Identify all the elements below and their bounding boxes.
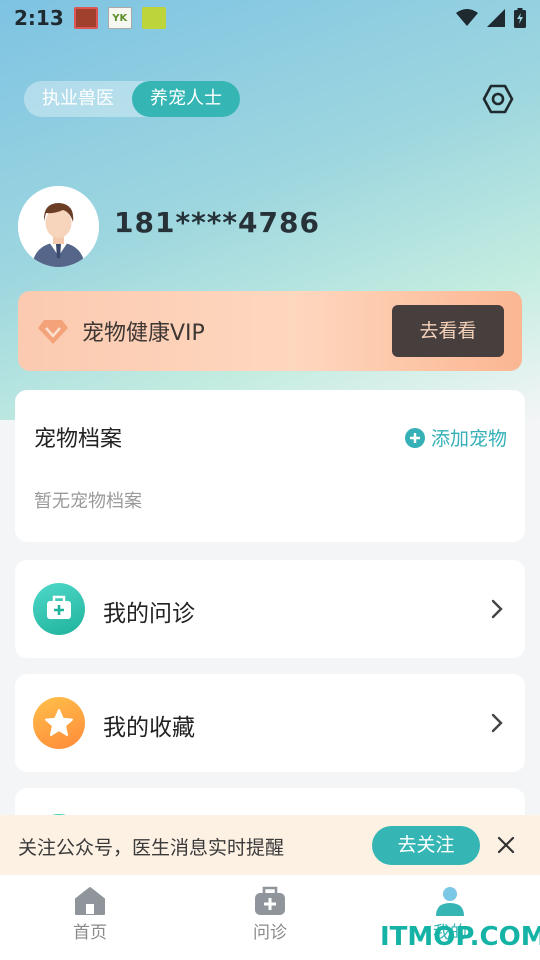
diamond-icon (38, 320, 68, 344)
notification-app-icon (141, 7, 166, 29)
medical-kit-icon (255, 886, 285, 915)
chevron-right-icon (491, 713, 503, 733)
battery-icon (514, 8, 526, 28)
tab-consultation[interactable]: 问诊 (180, 875, 360, 960)
add-pet-label: 添加宠物 (430, 428, 507, 450)
tab-pet-owner[interactable]: 养宠人士 (132, 81, 240, 117)
avatar-illustration (18, 186, 99, 267)
vip-view-button[interactable]: 去看看 (392, 305, 504, 357)
watermark: ITMOP.COM (380, 922, 540, 952)
close-icon[interactable] (496, 835, 516, 855)
pet-archive-title: 宠物档案 (34, 427, 123, 452)
vip-title: 宠物健康VIP (82, 321, 205, 346)
tab-label: 问诊 (253, 923, 287, 943)
tab-label: 首页 (73, 923, 107, 943)
follow-official-account-bar: 关注公众号，医生消息实时提醒 去关注 (0, 815, 540, 875)
role-switch: 执业兽医 养宠人士 (24, 81, 240, 117)
medical-kit-icon (33, 583, 85, 635)
star-icon (33, 697, 85, 749)
follow-prompt-text: 关注公众号，医生消息实时提醒 (18, 837, 285, 859)
avatar[interactable] (18, 186, 99, 267)
menu-item-my-consultations[interactable]: 我的问诊 (15, 560, 525, 658)
home-icon (75, 887, 105, 915)
status-bar: 2:13 YK (0, 0, 540, 36)
chevron-right-icon (491, 599, 503, 619)
settings-gear-icon[interactable] (482, 83, 514, 115)
vip-card[interactable]: 宠物健康VIP 去看看 (18, 291, 522, 371)
person-icon (436, 887, 464, 916)
tab-home[interactable]: 首页 (0, 875, 180, 960)
pet-empty-text: 暂无宠物档案 (34, 491, 142, 512)
notification-app-icon (73, 7, 98, 29)
status-time: 2:13 (14, 6, 64, 30)
plus-circle-icon (404, 427, 425, 448)
wifi-icon (456, 9, 478, 26)
add-pet-button[interactable]: 添加宠物 (404, 424, 507, 451)
tab-licensed-vet[interactable]: 执业兽医 (24, 81, 132, 117)
menu-label: 我的收藏 (103, 715, 195, 741)
follow-button[interactable]: 去关注 (372, 826, 480, 865)
pet-archive-card: 宠物档案 添加宠物 暂无宠物档案 (15, 390, 525, 542)
menu-item-my-favorites[interactable]: 我的收藏 (15, 674, 525, 772)
notification-app-icon: YK (107, 7, 132, 29)
menu-label: 我的问诊 (103, 601, 195, 627)
user-phone-number: 181****4786 (114, 206, 320, 239)
signal-icon (487, 9, 505, 27)
system-icons (456, 8, 526, 28)
